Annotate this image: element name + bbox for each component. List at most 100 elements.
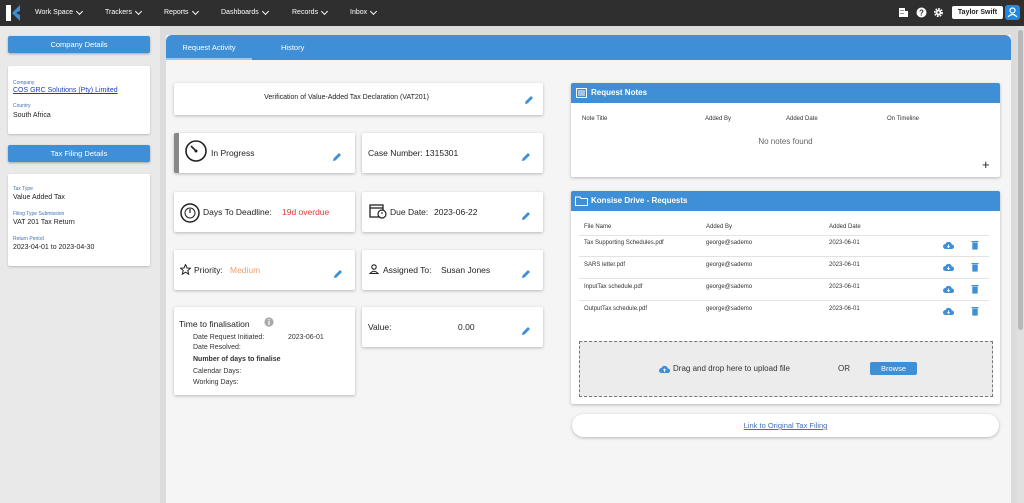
add-note-button[interactable]: +	[982, 157, 990, 172]
help-icon[interactable]: ?	[916, 7, 927, 18]
konsise-drive-title: Konsise Drive - Requests	[591, 196, 688, 205]
tax-filing-details-header: Tax Filing Details	[8, 145, 150, 162]
tab-history[interactable]: History	[281, 35, 304, 60]
edit-pencil-icon[interactable]	[521, 152, 531, 162]
tab-bar: Request Activity History	[166, 35, 1011, 60]
user-name-button[interactable]: Taylor Swift	[952, 6, 1003, 19]
country-value: South Africa	[13, 112, 51, 119]
due-date-value: 2023-06-22	[434, 207, 478, 217]
timer-icon	[180, 203, 200, 223]
request-title-card: Verification of Value-Added Tax Declarat…	[174, 83, 543, 115]
tax-filing-details-card: Tax Type Value Added Tax Filing Type Sub…	[8, 174, 150, 266]
gear-icon[interactable]	[933, 7, 944, 18]
edit-pencil-icon[interactable]	[524, 95, 534, 105]
days-to-deadline-label: Days To Deadline:	[203, 207, 272, 217]
konsise-drive-panel: Konsise Drive - Requests File Name Added…	[571, 191, 1000, 404]
notes-empty-message: No notes found	[758, 137, 813, 146]
priority-card: Priority: Medium	[174, 250, 355, 290]
notes-col-on-timeline: On Timeline	[887, 116, 920, 122]
gauge-icon	[185, 140, 207, 162]
nav-inbox[interactable]: Inbox	[350, 0, 378, 26]
file-added-date: 2023-06-01	[829, 284, 860, 290]
filing-type-label: Filing Type Submission	[13, 211, 65, 217]
edit-pencil-icon[interactable]	[521, 326, 531, 336]
trash-icon[interactable]	[971, 262, 979, 272]
file-added-date: 2023-06-01	[829, 262, 860, 268]
initiated-value: 2023-06-01	[288, 334, 324, 341]
folder-icon	[575, 196, 588, 206]
file-drop-zone[interactable]: Drag and drop here to upload file OR Bro…	[579, 341, 993, 397]
drop-zone-or: OR	[838, 364, 850, 373]
building-icon[interactable]	[898, 7, 909, 18]
company-label: Company	[13, 80, 35, 86]
request-title: Verification of Value-Added Tax Declarat…	[264, 94, 429, 101]
cloud-download-icon[interactable]	[943, 307, 954, 316]
file-added-by: george@sademo	[706, 306, 753, 312]
file-added-by: george@sademo	[706, 284, 753, 290]
chevron-down-icon	[370, 7, 378, 16]
browse-button[interactable]: Browse	[870, 362, 917, 375]
file-added-date: 2023-06-01	[829, 306, 860, 312]
link-to-original-tax-filing[interactable]: Link to Original Tax Filing	[572, 414, 999, 437]
edit-pencil-icon[interactable]	[333, 269, 343, 279]
cloud-download-icon[interactable]	[943, 241, 954, 250]
file-added-by: george@sademo	[706, 262, 753, 268]
info-icon[interactable]	[264, 317, 274, 327]
svg-text:?: ?	[919, 8, 924, 17]
tax-type-value: Value Added Tax	[13, 194, 65, 201]
request-notes-panel: Request Notes Note Title Added By Added …	[571, 83, 1000, 177]
return-period-value: 2023-04-01 to 2023-04-30	[13, 244, 95, 251]
table-row[interactable]: OutputTax schedule.pdf george@sademo 202…	[571, 301, 1000, 323]
table-row[interactable]: SARS letter.pdf george@sademo 2023-06-01	[571, 257, 1000, 279]
file-name[interactable]: InputTax schedule.pdf	[584, 284, 642, 290]
table-row[interactable]: Tax Supporting Schedules.pdf george@sade…	[571, 235, 1000, 257]
nav-trackers[interactable]: Trackers	[105, 0, 143, 26]
file-name[interactable]: Tax Supporting Schedules.pdf	[584, 240, 664, 246]
nav-records[interactable]: Records	[292, 0, 329, 26]
user-avatar-icon[interactable]	[1005, 5, 1020, 20]
konsise-logo-icon[interactable]	[6, 5, 20, 21]
drive-col-added-date: Added Date	[829, 224, 861, 230]
company-link[interactable]: COS GRC Solutions (Pty) Limited	[13, 87, 118, 94]
company-details-card: Company COS GRC Solutions (Pty) Limited …	[8, 66, 150, 134]
calendar-clock-icon	[369, 204, 387, 219]
resolved-label: Date Resolved:	[193, 344, 241, 351]
top-nav-bar: Work Space Trackers Reports Dashboards R…	[0, 0, 1024, 26]
trash-icon[interactable]	[971, 306, 979, 316]
tab-request-activity[interactable]: Request Activity	[166, 35, 252, 60]
file-added-date: 2023-06-01	[829, 240, 860, 246]
nav-dashboards[interactable]: Dashboards	[221, 0, 269, 26]
assigned-to-label: Assigned To:	[383, 265, 432, 275]
edit-pencil-icon[interactable]	[521, 269, 531, 279]
due-date-label: Due Date:	[390, 207, 429, 217]
request-notes-header: Request Notes	[571, 83, 1000, 103]
table-row[interactable]: InputTax schedule.pdf george@sademo 2023…	[571, 279, 1000, 301]
edit-pencil-icon[interactable]	[521, 211, 531, 221]
edit-pencil-icon[interactable]	[332, 152, 342, 162]
priority-label: Priority:	[194, 265, 223, 275]
trash-icon[interactable]	[971, 240, 979, 250]
due-date-card: Due Date: 2023-06-22	[362, 192, 543, 232]
assigned-to-value: Susan Jones	[441, 265, 491, 275]
country-label: Country	[13, 103, 31, 109]
konsise-drive-header: Konsise Drive - Requests	[571, 191, 1000, 211]
days-to-finalise-heading: Number of days to finalise	[193, 356, 281, 363]
cloud-download-icon[interactable]	[943, 263, 954, 272]
company-details-header: Company Details	[8, 36, 150, 53]
filing-type-value: VAT 201 Tax Return	[13, 219, 75, 226]
file-added-by: george@sademo	[706, 240, 753, 246]
assigned-to-card: Assigned To: Susan Jones	[362, 250, 543, 290]
status-value: In Progress	[211, 148, 255, 158]
chevron-down-icon	[261, 7, 269, 16]
nav-workspace[interactable]: Work Space	[35, 0, 84, 26]
cloud-download-icon[interactable]	[943, 285, 954, 294]
nav-reports[interactable]: Reports	[164, 0, 199, 26]
drop-zone-text: Drag and drop here to upload file	[673, 364, 790, 373]
tax-type-label: Tax Type	[13, 186, 33, 192]
days-overdue-value: 19d overdue	[282, 207, 330, 217]
file-name[interactable]: SARS letter.pdf	[584, 262, 625, 268]
scrollbar-thumb[interactable]	[1018, 30, 1023, 330]
trash-icon[interactable]	[971, 284, 979, 294]
return-period-label: Return Period	[13, 236, 44, 242]
file-name[interactable]: OutputTax schedule.pdf	[584, 306, 647, 312]
